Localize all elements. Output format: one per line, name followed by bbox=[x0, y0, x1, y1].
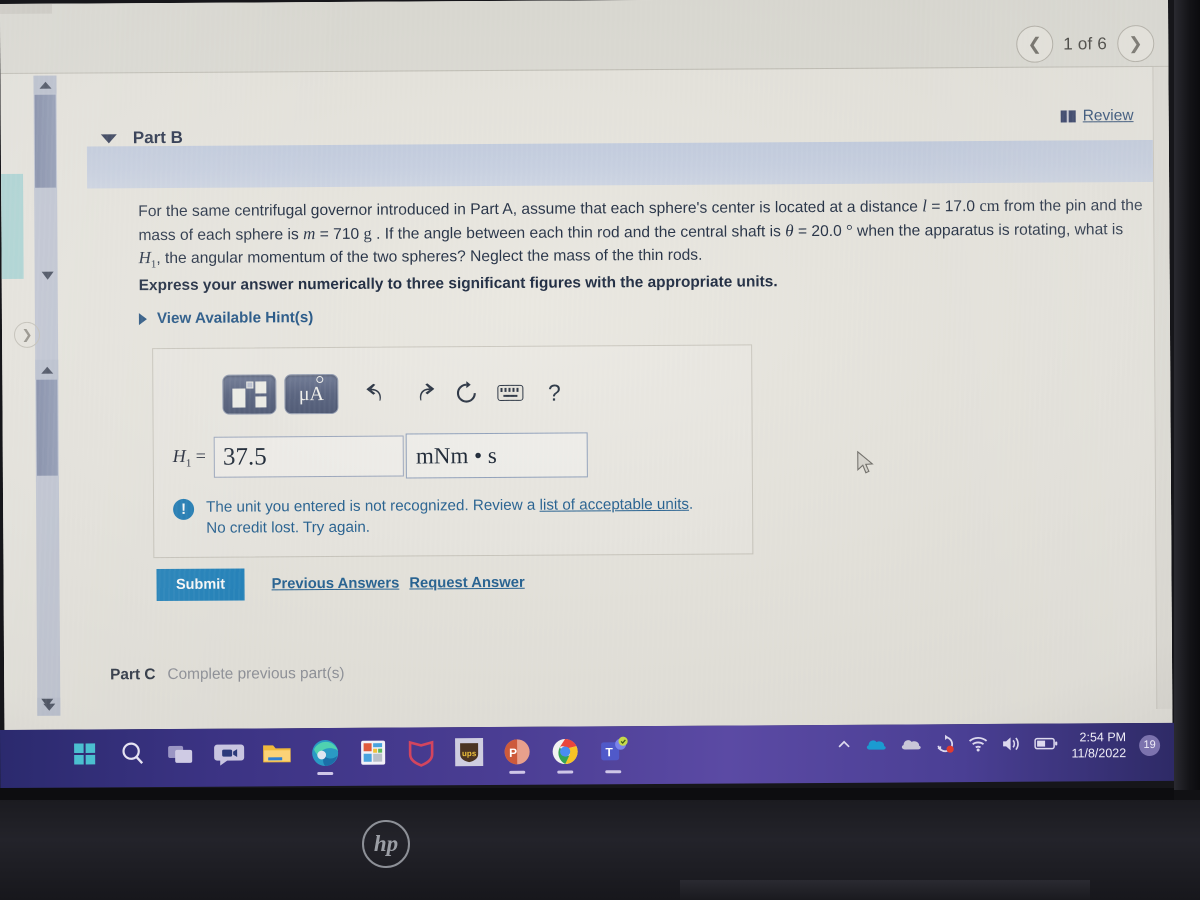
exclamation-circle-icon: ! bbox=[173, 498, 195, 520]
problem-statement: For the same centrifugal governor introd… bbox=[138, 194, 1143, 276]
answer-toolbar: μA ? bbox=[222, 366, 579, 420]
feedback-message: ! The unit you entered is not recognized… bbox=[173, 493, 753, 539]
scroll-up-arrow-icon bbox=[40, 366, 53, 374]
chevron-right-icon: ❯ bbox=[1128, 34, 1143, 54]
answer-label: H1 = bbox=[172, 445, 206, 470]
scrollbar-thumb[interactable] bbox=[34, 94, 57, 188]
acceptable-units-link[interactable]: list of acceptable units bbox=[540, 496, 690, 514]
taskbar-apps: ups P T bbox=[68, 734, 630, 771]
part-b-title: Part B bbox=[132, 127, 183, 148]
photo-right-shadow bbox=[1174, 0, 1200, 790]
sidebar-highlight-block bbox=[1, 173, 24, 279]
chat-icon[interactable] bbox=[212, 736, 246, 770]
feedback-line1-pre: The unit you entered is not recognized. … bbox=[206, 496, 540, 516]
battery-icon[interactable] bbox=[1034, 736, 1058, 755]
svg-text:ups: ups bbox=[462, 749, 477, 758]
mcafee-icon[interactable] bbox=[404, 735, 438, 769]
scroll-up-arrow-icon bbox=[38, 81, 52, 89]
calculator-icon[interactable] bbox=[356, 736, 390, 770]
svg-text:P: P bbox=[509, 746, 517, 760]
volume-icon[interactable] bbox=[1001, 734, 1021, 757]
ups-icon[interactable]: ups bbox=[452, 735, 486, 769]
task-view-icon[interactable] bbox=[164, 737, 198, 771]
windows-taskbar: ups P T 2:54 PM 11/8/2022 19 bbox=[0, 722, 1175, 788]
answer-unit-input[interactable] bbox=[405, 432, 589, 479]
variable-h1: H1 bbox=[138, 248, 157, 271]
answer-input-row: H1 = bbox=[172, 432, 589, 480]
request-answer-link[interactable]: Request Answer bbox=[409, 575, 525, 592]
prompt-eq-1: = 17.0 bbox=[926, 198, 980, 216]
wifi-icon[interactable] bbox=[968, 735, 988, 756]
caret-right-icon bbox=[138, 312, 147, 325]
laptop-photo: ❯ ❮ 1 of 6 ❯ Review Part B For the same … bbox=[0, 0, 1200, 900]
taskbar-tray: 2:54 PM 11/8/2022 19 bbox=[836, 729, 1161, 763]
undo-arrow-icon[interactable] bbox=[356, 383, 400, 404]
previous-answers-link[interactable]: Previous Answers bbox=[272, 576, 400, 593]
laptop-screen: ❯ ❮ 1 of 6 ❯ Review Part B For the same … bbox=[0, 0, 1173, 730]
pager-label: 1 of 6 bbox=[1063, 33, 1108, 54]
notification-badge[interactable]: 19 bbox=[1139, 734, 1161, 756]
micro-angstrom-units-icon[interactable]: μA bbox=[284, 373, 339, 415]
powerpoint-icon[interactable]: P bbox=[500, 735, 534, 769]
sidebar-next-button[interactable]: ❯ bbox=[13, 321, 41, 348]
clock-time: 2:54 PM bbox=[1079, 730, 1127, 745]
feedback-line1-post: . bbox=[688, 495, 694, 513]
windows-start-icon[interactable] bbox=[68, 737, 102, 771]
microsoft-teams-icon[interactable]: T bbox=[596, 734, 630, 768]
prompt-seg-5: , the angular momentum of the two sphere… bbox=[156, 246, 703, 268]
pager: ❮ 1 of 6 ❯ bbox=[1016, 24, 1155, 63]
variable-m: m bbox=[303, 223, 316, 243]
book-icon bbox=[1060, 110, 1076, 123]
mouse-cursor bbox=[857, 450, 874, 474]
prompt-eq-2: = 710 bbox=[315, 225, 364, 243]
prompt-seg-3: . If the angle between each thin rod and… bbox=[371, 222, 786, 243]
feedback-line2: No credit lost. Try again. bbox=[206, 518, 371, 537]
onedrive-grey-icon[interactable] bbox=[900, 736, 922, 757]
prompt-eq-3: = 20.0 bbox=[793, 222, 847, 240]
sidebar-caret-down-icon[interactable] bbox=[41, 271, 54, 280]
taskbar-clock[interactable]: 2:54 PM 11/8/2022 bbox=[1071, 729, 1126, 761]
sync-error-icon[interactable] bbox=[935, 734, 955, 759]
answer-value-input[interactable] bbox=[213, 435, 405, 478]
microsoft-edge-icon[interactable] bbox=[308, 736, 342, 770]
inner-scroll-up-button[interactable] bbox=[35, 359, 59, 380]
google-chrome-icon[interactable] bbox=[548, 734, 582, 768]
keyboard-icon bbox=[497, 384, 524, 401]
part-c-row[interactable]: Part C Complete previous part(s) bbox=[110, 665, 345, 684]
clock-date: 11/8/2022 bbox=[1071, 746, 1127, 761]
inner-scrollbar-thumb[interactable] bbox=[36, 379, 58, 476]
hp-logo: hp bbox=[362, 820, 410, 868]
prompt-seg-4: when the apparatus is rotating, what is bbox=[852, 220, 1124, 240]
review-link[interactable]: Review bbox=[1083, 107, 1134, 125]
onedrive-blue-icon[interactable] bbox=[865, 736, 887, 757]
part-b-header[interactable]: Part B bbox=[100, 121, 501, 153]
view-hints-row[interactable]: View Available Hint(s) bbox=[138, 309, 314, 327]
math-template-icon[interactable] bbox=[222, 374, 277, 415]
question-mark-icon[interactable]: ? bbox=[532, 379, 576, 406]
chevron-right-icon: ❯ bbox=[21, 326, 33, 342]
submit-button[interactable]: Submit bbox=[156, 568, 245, 602]
deck-strip bbox=[680, 880, 1090, 900]
part-c-status: Complete previous part(s) bbox=[167, 664, 345, 683]
pager-prev-button[interactable]: ❮ bbox=[1016, 25, 1054, 63]
file-explorer-icon[interactable] bbox=[260, 736, 294, 770]
reset-circular-arrow-icon[interactable] bbox=[444, 381, 488, 405]
review-row[interactable]: Review bbox=[1060, 107, 1134, 125]
pager-next-button[interactable]: ❯ bbox=[1116, 24, 1155, 63]
sidebar-caret-down-icon[interactable] bbox=[41, 698, 54, 707]
view-hints-label[interactable]: View Available Hint(s) bbox=[157, 309, 314, 327]
window-corner bbox=[0, 3, 53, 14]
part-c-title: Part C bbox=[110, 666, 156, 684]
scroll-up-button[interactable] bbox=[33, 75, 57, 94]
browser-top-chrome bbox=[0, 0, 1169, 74]
redo-arrow-icon[interactable] bbox=[400, 383, 444, 403]
unit-cm: cm bbox=[979, 195, 1000, 216]
caret-down-icon[interactable] bbox=[100, 133, 117, 143]
prompt-seg-1: For the same centrifugal governor introd… bbox=[138, 198, 923, 221]
answer-actions: Submit Previous Answers Request Answer bbox=[156, 567, 534, 602]
chevron-left-icon: ❮ bbox=[1027, 34, 1042, 54]
svg-text:T: T bbox=[605, 745, 613, 759]
search-icon[interactable] bbox=[116, 737, 150, 771]
show-hidden-icons-chevron-icon[interactable] bbox=[836, 736, 852, 757]
